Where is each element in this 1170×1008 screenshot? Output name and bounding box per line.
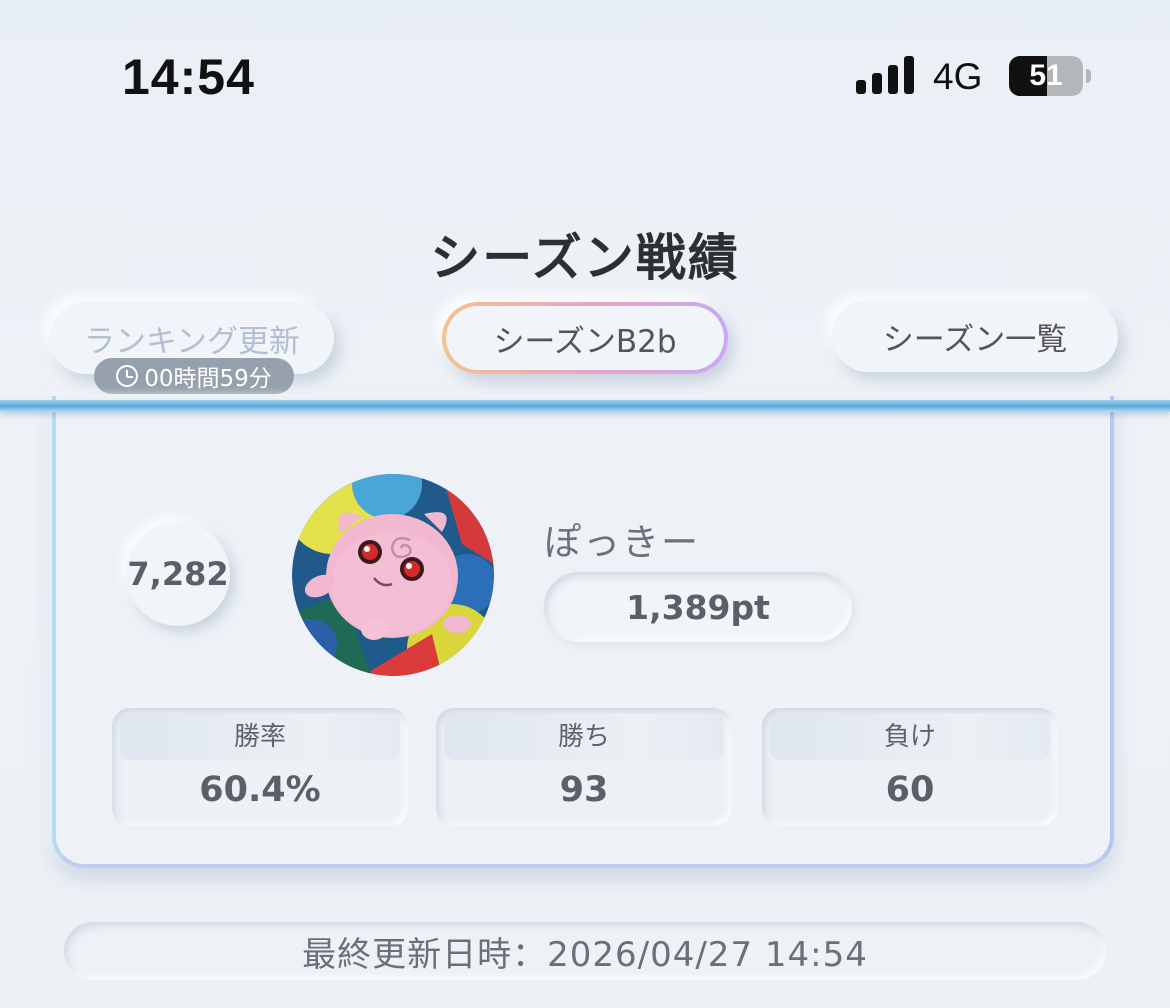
- stat-label: 負け: [770, 714, 1050, 760]
- avatar[interactable]: [292, 474, 494, 676]
- season-list-button[interactable]: シーズン一覧: [832, 300, 1118, 372]
- page-title: シーズン戦績: [430, 229, 740, 287]
- last-updated-bar: 最終更新日時：2026/04/27 14:54: [64, 922, 1106, 980]
- ranking-update-label: ランキング更新: [83, 323, 301, 360]
- stat-wins: 勝ち 93: [436, 708, 732, 826]
- stat-win-rate: 勝率 60.4%: [112, 708, 408, 826]
- rank-badge: 7,282: [126, 522, 230, 626]
- battery-icon: 51: [1009, 56, 1083, 96]
- stat-losses: 負け 60: [762, 708, 1058, 826]
- timer-badge: 00時間59分: [94, 358, 294, 394]
- season-list-label: シーズン一覧: [882, 321, 1068, 358]
- timer-text: 00時間59分: [144, 366, 272, 392]
- stat-value: 93: [559, 770, 609, 810]
- header-divider: [0, 400, 1170, 412]
- season-button[interactable]: シーズンB2b: [442, 302, 728, 374]
- season-label: シーズンB2b: [493, 323, 677, 360]
- status-time: 14:54: [122, 49, 255, 105]
- clock-icon: [116, 365, 139, 387]
- stat-value: 60: [885, 770, 935, 810]
- battery-level: 51: [1029, 59, 1063, 92]
- points-value: 1,389pt: [626, 587, 770, 627]
- battery-cap: [1086, 69, 1091, 83]
- stat-label: 勝率: [120, 714, 400, 760]
- last-updated-text: 最終更新日時：2026/04/27 14:54: [302, 934, 868, 975]
- rank-value: 7,282: [127, 555, 229, 593]
- signal-icon: [856, 56, 916, 94]
- screen: 14:54 4G 51 シーズン戦績 ランキング更新 00時間59分 シーズンB…: [0, 0, 1170, 1008]
- points-badge: 1,389pt: [544, 572, 852, 642]
- stat-value: 60.4%: [199, 770, 321, 810]
- stat-label: 勝ち: [444, 714, 724, 760]
- network-label: 4G: [933, 56, 983, 97]
- jigglypuff-avatar-icon: [292, 474, 494, 676]
- player-name: ぽっきー: [544, 521, 700, 564]
